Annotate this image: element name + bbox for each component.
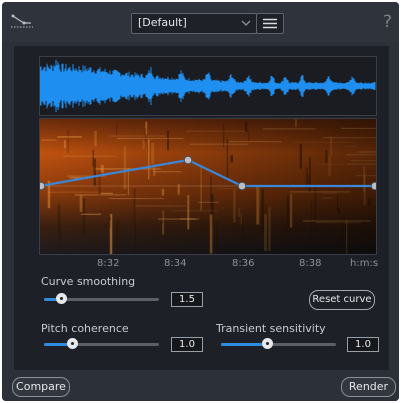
time-tick: 8:32 [97, 258, 120, 269]
slider-fill [221, 343, 267, 346]
time-tick: 8:34 [164, 258, 187, 269]
curve-node[interactable] [40, 181, 46, 191]
curve-smoothing-value[interactable]: 1.5 [171, 292, 203, 307]
curve-node[interactable] [237, 181, 247, 191]
curve-node[interactable] [183, 155, 193, 165]
curve-smoothing-slider[interactable] [44, 293, 159, 304]
compare-button[interactable]: Compare [12, 377, 70, 397]
pitch-coherence-slider[interactable] [44, 338, 159, 349]
editor-panel: 8:32 8:34 8:36 8:38 h:m:s Curve smoothin… [14, 46, 389, 370]
spectrogram-view[interactable] [39, 118, 377, 255]
plugin-window: [Default] ? 8:32 8:34 8:36 8:38 h:m:s Cu… [2, 2, 399, 401]
top-bar: [Default] ? [2, 2, 399, 42]
pitch-coherence-value[interactable]: 1.0 [171, 337, 203, 352]
curve-smoothing-label: Curve smoothing [41, 275, 136, 288]
render-button[interactable]: Render [341, 377, 396, 397]
time-tick: 8:36 [232, 258, 255, 269]
time-unit-label: h:m:s [350, 258, 379, 269]
transient-sensitivity-value[interactable]: 1.0 [347, 337, 379, 352]
waveform-overview[interactable] [39, 56, 377, 116]
slider-knob[interactable] [261, 338, 273, 349]
slider-knob[interactable] [67, 338, 79, 349]
bottom-bar: Compare Render [2, 371, 399, 401]
waveform-display [39, 59, 376, 113]
curve-node[interactable] [370, 181, 376, 191]
transient-sensitivity-slider[interactable] [221, 338, 336, 349]
preset-dropdown[interactable]: [Default] [131, 13, 257, 34]
time-tick: 8:38 [299, 258, 322, 269]
transient-sensitivity-label: Transient sensitivity [216, 322, 326, 335]
help-icon[interactable]: ? [383, 12, 392, 32]
preset-value: [Default] [138, 16, 187, 29]
pitch-coherence-label: Pitch coherence [41, 322, 129, 335]
preset-menu-button[interactable] [256, 13, 284, 34]
slider-knob[interactable] [55, 293, 67, 304]
reset-curve-button[interactable]: Reset curve [309, 290, 375, 310]
hamburger-menu-icon [263, 18, 277, 29]
chevron-down-icon [241, 20, 251, 26]
curve-tool-icon[interactable] [10, 12, 34, 30]
spectrogram-display [40, 119, 376, 254]
